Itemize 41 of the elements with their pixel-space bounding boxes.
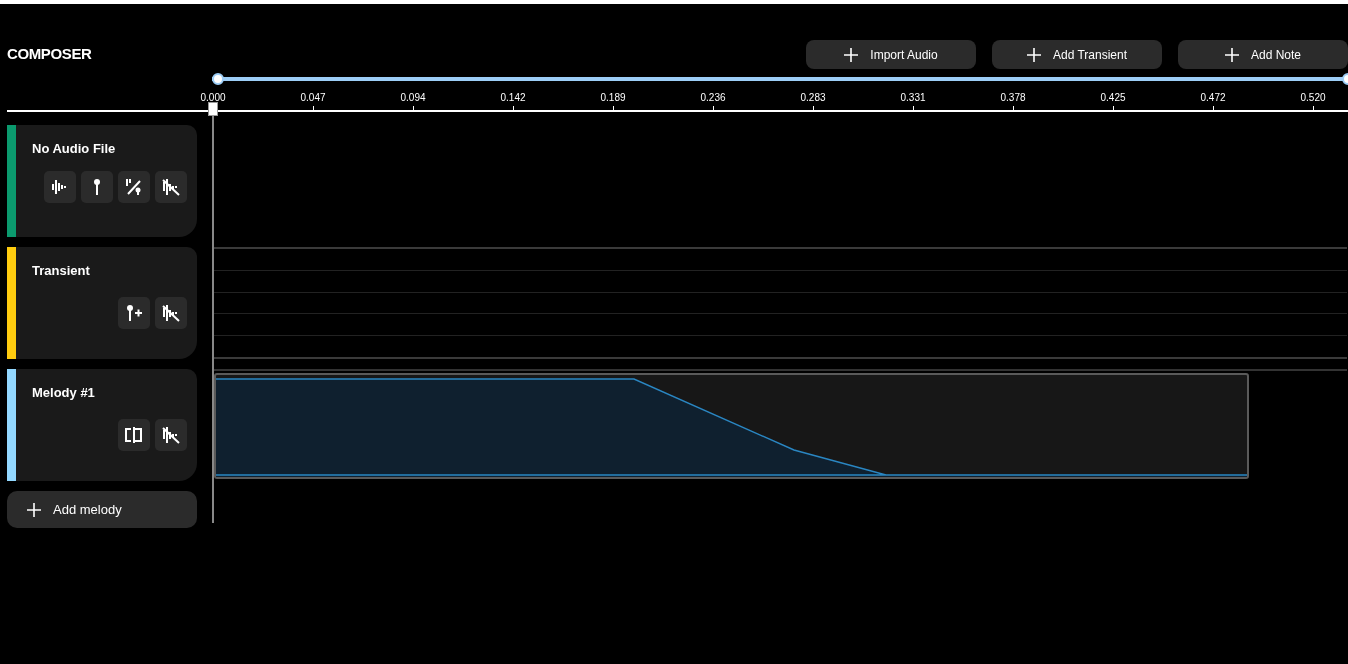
toolbar-button[interactable]: Import Audio [806, 40, 976, 69]
time-label: 0.047 [300, 92, 326, 104]
plus-icon [27, 502, 41, 517]
track-tool-button[interactable] [155, 418, 187, 451]
time-label: 0.189 [600, 92, 626, 104]
track-tool-button[interactable] [81, 170, 113, 203]
track-name: No Audio File [32, 140, 117, 158]
track-tool-button[interactable] [118, 418, 150, 451]
app-title: COMPOSER [7, 44, 93, 65]
time-label: 0.142 [500, 92, 526, 104]
plus-icon [1026, 47, 1041, 62]
time-label: 0.378 [1000, 92, 1026, 104]
time-label: 0.283 [800, 92, 826, 104]
time-label: 0.000 [200, 92, 226, 104]
pin-slash-icon [125, 177, 143, 196]
track-tool-button[interactable] [44, 170, 76, 203]
track-tool-button[interactable] [155, 296, 187, 329]
waveform-icon [51, 177, 69, 196]
time-label: 0.236 [700, 92, 726, 104]
track-name: Transient [32, 262, 91, 280]
mute-icon [162, 177, 180, 196]
track-tool-button[interactable] [155, 170, 187, 203]
time-label: 0.520 [1300, 92, 1326, 104]
time-label: 0.094 [400, 92, 426, 104]
track-tool-button[interactable] [118, 296, 150, 329]
pin-add-icon [124, 303, 144, 322]
playhead-handle[interactable] [208, 102, 218, 116]
plus-icon [1224, 47, 1239, 62]
time-label: 0.425 [1100, 92, 1126, 104]
track-tool-button[interactable] [118, 170, 150, 203]
toolbar-button[interactable]: Add Note [1178, 40, 1348, 69]
toolbar-button[interactable]: Add Transient [992, 40, 1162, 69]
mute-icon [162, 425, 180, 444]
time-label: 0.472 [1200, 92, 1226, 104]
plus-icon [844, 47, 859, 62]
time-label: 0.331 [900, 92, 926, 104]
track-name: Melody #1 [32, 384, 96, 402]
split-icon [124, 425, 144, 444]
mute-icon [162, 303, 180, 322]
range-slider[interactable] [212, 73, 1348, 85]
add-melody-button[interactable]: Add melody [7, 491, 197, 528]
